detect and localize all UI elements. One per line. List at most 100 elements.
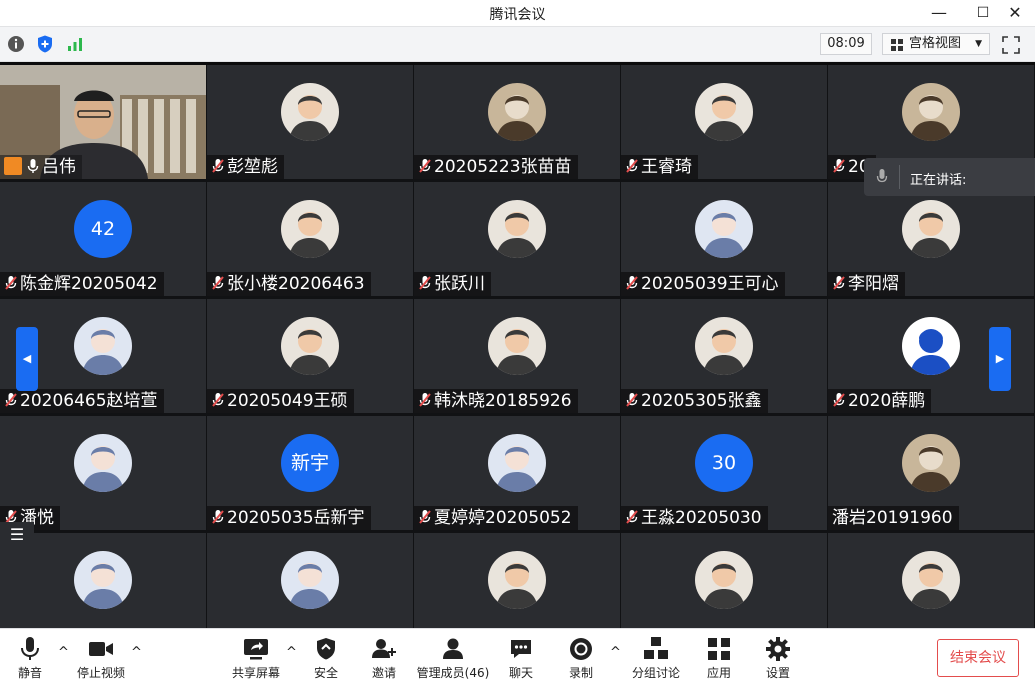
record-options-chevron-icon[interactable]: ^: [610, 645, 621, 660]
participant-tile[interactable]: 42 陈金辉20205042: [0, 182, 206, 296]
participant-name: 韩沐晓20185926: [434, 391, 572, 411]
avatar: [488, 434, 546, 492]
video-grid: 吕伟 彭堃彪 20205223张苗苗 王睿琦 20 42 陈金辉20205042 张小楼202…: [0, 62, 1035, 628]
microphone-muted-icon: [212, 510, 224, 524]
apps-button[interactable]: 应用: [704, 633, 734, 687]
participant-name: 2020薛鹏: [848, 391, 926, 411]
participant-tile[interactable]: 张小楼20206463: [207, 182, 413, 296]
breakout-rooms-label: 分组讨论: [631, 666, 680, 680]
gear-icon: [766, 637, 790, 661]
fullscreen-icon[interactable]: [1001, 35, 1021, 55]
participant-name: 20205035岳新宇: [227, 508, 365, 528]
participant-name-label: 彭堃彪: [207, 155, 284, 179]
minimize-button[interactable]: —: [925, 1, 953, 25]
avatar: [695, 317, 753, 375]
maximize-button[interactable]: ☐: [969, 1, 997, 25]
participant-tile[interactable]: 20205223张苗苗: [414, 65, 620, 179]
participant-tile[interactable]: 30 王淼20205030: [621, 416, 827, 530]
avatar: [488, 551, 546, 609]
participant-tile[interactable]: 夏婷婷20205052: [414, 416, 620, 530]
participant-name-label: 张小楼20206463: [207, 272, 371, 296]
avatar: 新宇: [281, 434, 339, 492]
previous-page-arrow-icon[interactable]: ◀: [16, 327, 38, 391]
avatar: 30: [695, 434, 753, 492]
participant-tile[interactable]: 李阳熠: [828, 182, 1034, 296]
mute-button[interactable]: 静音: [12, 633, 48, 687]
participant-tile[interactable]: [828, 533, 1034, 628]
shield-icon[interactable]: [35, 34, 55, 54]
chat-button[interactable]: 聊天: [506, 633, 536, 687]
share-options-chevron-icon[interactable]: ^: [286, 645, 297, 660]
next-page-arrow-icon[interactable]: ▶: [989, 327, 1011, 391]
participant-tile[interactable]: 20205039王可心: [621, 182, 827, 296]
participant-name: 王淼20205030: [641, 508, 762, 528]
breakout-rooms-button[interactable]: 分组讨论: [630, 633, 682, 687]
microphone-muted-icon: [212, 159, 224, 173]
participant-tile[interactable]: 王睿琦: [621, 65, 827, 179]
avatar: 42: [74, 200, 132, 258]
record-button[interactable]: 录制: [566, 633, 596, 687]
record-icon: [570, 638, 592, 660]
participant-tile[interactable]: [414, 533, 620, 628]
avatar: [281, 83, 339, 141]
avatar: [695, 200, 753, 258]
participant-name: 潘岩20191960: [832, 508, 953, 528]
participant-name: 20205223张苗苗: [434, 157, 572, 177]
microphone-icon: [21, 637, 39, 660]
video-options-chevron-icon[interactable]: ^: [131, 645, 142, 660]
participant-tile[interactable]: [621, 533, 827, 628]
stop-video-label: 停止视频: [76, 666, 125, 680]
participant-tile[interactable]: 新宇 20205035岳新宇: [207, 416, 413, 530]
avatar: [695, 83, 753, 141]
participant-tile[interactable]: 20205049王硕: [207, 299, 413, 413]
invite-button[interactable]: 邀请: [369, 633, 399, 687]
audio-options-chevron-icon[interactable]: ^: [58, 645, 69, 660]
avatar: [488, 200, 546, 258]
participant-name: 20205305张鑫: [641, 391, 762, 411]
security-label: 安全: [313, 666, 338, 680]
manage-members-label: 管理成员(46): [416, 666, 490, 680]
participant-name-label: 20205223张苗苗: [414, 155, 578, 179]
manage-members-button[interactable]: 管理成员(46): [414, 633, 492, 687]
participant-video[interactable]: 吕伟: [0, 65, 206, 179]
participant-name: 吕伟: [42, 157, 76, 177]
participant-tile[interactable]: 韩沐晓20185926: [414, 299, 620, 413]
members-icon: [443, 638, 463, 659]
participant-name: 陈金辉20205042: [20, 274, 158, 294]
participant-tile[interactable]: 张跃川: [414, 182, 620, 296]
list-menu-icon[interactable]: ☰: [0, 522, 34, 550]
participant-tile[interactable]: 潘悦: [0, 416, 206, 530]
view-mode-dropdown[interactable]: 宫格视图 ▼: [882, 33, 990, 55]
avatar: [488, 83, 546, 141]
chat-label: 聊天: [508, 666, 533, 680]
microphone-muted-icon: [419, 159, 431, 173]
avatar: [902, 83, 960, 141]
window-title: 腾讯会议: [489, 7, 546, 23]
participant-tile[interactable]: [207, 533, 413, 628]
end-meeting-button[interactable]: 结束会议: [937, 639, 1019, 677]
participant-tile[interactable]: 20205305张鑫: [621, 299, 827, 413]
microphone-icon: [27, 159, 39, 173]
participant-name-label: 20205049王硕: [207, 389, 354, 413]
participant-name-label: 20205305张鑫: [621, 389, 768, 413]
host-badge-icon: [4, 157, 22, 175]
title-bar: 腾讯会议 — ☐ ✕: [0, 0, 1035, 26]
microphone-muted-icon: [5, 276, 17, 290]
avatar: [902, 200, 960, 258]
avatar: [74, 317, 132, 375]
microphone-muted-icon: [833, 276, 845, 290]
avatar: [281, 200, 339, 258]
share-screen-button[interactable]: 共享屏幕: [230, 633, 282, 687]
signal-icon[interactable]: [65, 34, 85, 54]
info-icon[interactable]: [6, 34, 26, 54]
security-button[interactable]: 安全: [311, 633, 341, 687]
participant-name-label: 20205035岳新宇: [207, 506, 371, 530]
participant-tile[interactable]: 彭堃彪: [207, 65, 413, 179]
microphone-muted-icon: [626, 510, 638, 524]
settings-button[interactable]: 设置: [763, 633, 793, 687]
close-button[interactable]: ✕: [1001, 1, 1029, 25]
view-mode-label: 宫格视图: [909, 36, 962, 51]
camera-icon: [89, 642, 113, 656]
participant-tile[interactable]: 潘岩20191960: [828, 416, 1034, 530]
stop-video-button[interactable]: 停止视频: [74, 633, 128, 687]
